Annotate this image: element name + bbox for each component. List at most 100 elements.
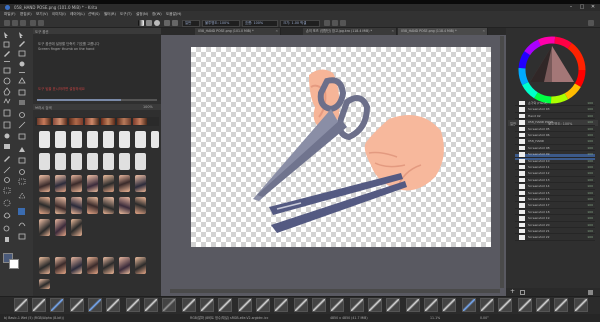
preset-swatch[interactable] bbox=[574, 298, 588, 312]
preset-swatch[interactable] bbox=[144, 298, 158, 312]
brush-preset[interactable] bbox=[135, 257, 146, 274]
brush-preset[interactable] bbox=[151, 131, 159, 148]
save-icon[interactable] bbox=[20, 20, 26, 26]
redo-icon[interactable] bbox=[38, 20, 44, 26]
preset-swatch[interactable] bbox=[424, 298, 438, 312]
brush-preset[interactable] bbox=[103, 153, 114, 170]
preset-swatch[interactable] bbox=[330, 298, 344, 312]
close-tab-icon[interactable]: ✕ bbox=[391, 28, 394, 35]
rotation-status[interactable]: 0.00° bbox=[480, 314, 489, 322]
menu-select[interactable]: 선택(S) bbox=[88, 11, 100, 18]
brush-preset[interactable] bbox=[39, 153, 50, 170]
preset-swatch[interactable] bbox=[312, 298, 326, 312]
brush-preset[interactable] bbox=[71, 153, 82, 170]
preset-swatch[interactable] bbox=[182, 298, 196, 312]
brush-preset[interactable] bbox=[87, 175, 98, 192]
brush-preset[interactable] bbox=[103, 197, 114, 214]
brush-preset-icon[interactable] bbox=[154, 20, 160, 26]
brush-preset[interactable] bbox=[39, 175, 50, 192]
pattern-icon[interactable] bbox=[146, 20, 152, 26]
background-color-swatch[interactable] bbox=[9, 259, 19, 269]
brush-preset[interactable] bbox=[71, 197, 82, 214]
gradient-icon[interactable] bbox=[138, 20, 144, 26]
brush-preset[interactable] bbox=[55, 257, 66, 274]
preset-swatch[interactable] bbox=[32, 298, 46, 312]
document-tab-active[interactable]: 058_HAND POSE.png (118.4 MiB) * ✕ bbox=[398, 28, 488, 35]
brush-preset[interactable] bbox=[119, 257, 130, 274]
menu-layer[interactable]: 레이어(L) bbox=[70, 11, 85, 18]
canvas-scrollbar-vertical[interactable] bbox=[500, 36, 504, 288]
brush-strip-item[interactable] bbox=[37, 118, 51, 125]
brush-preset[interactable] bbox=[71, 219, 82, 236]
mirror-vertical-icon[interactable] bbox=[332, 20, 338, 26]
menu-settings[interactable]: 설정(N) bbox=[136, 11, 148, 18]
duplicate-layer-icon[interactable] bbox=[520, 290, 525, 295]
brush-preset[interactable] bbox=[119, 175, 130, 192]
menu-view[interactable]: 보기(V) bbox=[36, 11, 48, 18]
flow-slider[interactable]: 흐름: 100% bbox=[242, 19, 278, 27]
preset-swatch[interactable] bbox=[238, 298, 252, 312]
preset-swatch[interactable] bbox=[162, 298, 176, 312]
new-document-icon[interactable] bbox=[4, 20, 10, 26]
zoom-value[interactable]: 100% bbox=[143, 105, 153, 109]
undo-icon[interactable] bbox=[30, 20, 36, 26]
canvas-scrollbar-horizontal[interactable] bbox=[170, 289, 500, 293]
preset-swatch[interactable] bbox=[218, 298, 232, 312]
brush-preset[interactable] bbox=[119, 153, 130, 170]
blend-mode-select[interactable]: 일반 bbox=[182, 19, 200, 27]
preset-swatch[interactable] bbox=[88, 298, 102, 312]
brush-strip-item[interactable] bbox=[69, 118, 83, 125]
preset-swatch[interactable] bbox=[274, 298, 288, 312]
menu-edit[interactable]: 편집(E) bbox=[20, 11, 32, 18]
close-icon[interactable]: ✕ bbox=[588, 4, 598, 11]
preset-swatch[interactable] bbox=[386, 298, 400, 312]
brush-preset[interactable] bbox=[55, 153, 66, 170]
maximize-icon[interactable]: □ bbox=[577, 4, 587, 11]
add-layer-icon[interactable]: + bbox=[510, 289, 516, 295]
wrap-around-icon[interactable] bbox=[340, 20, 346, 26]
preset-swatch[interactable] bbox=[14, 298, 28, 312]
preset-swatch[interactable] bbox=[480, 298, 494, 312]
preset-swatch[interactable] bbox=[554, 298, 568, 312]
preset-swatch[interactable] bbox=[442, 298, 456, 312]
brush-preset[interactable] bbox=[71, 257, 82, 274]
preset-swatch[interactable] bbox=[462, 298, 476, 312]
zoom-status[interactable]: 11.1% bbox=[430, 314, 440, 322]
brush-preset[interactable] bbox=[71, 131, 82, 148]
close-tab-icon[interactable]: ✕ bbox=[275, 28, 278, 35]
delete-layer-icon[interactable] bbox=[588, 290, 593, 295]
preset-swatch[interactable] bbox=[50, 298, 64, 312]
open-document-icon[interactable] bbox=[12, 20, 18, 26]
document-tab[interactable]: 손의 포즈 (영향선) 참고.jpg.kra (118.4 MiB) * ✕ bbox=[303, 28, 397, 35]
brush-preset[interactable] bbox=[135, 153, 146, 170]
preset-swatch[interactable] bbox=[368, 298, 382, 312]
preset-swatch[interactable] bbox=[70, 298, 84, 312]
brush-preset[interactable] bbox=[87, 197, 98, 214]
eraser-icon[interactable] bbox=[164, 20, 170, 26]
brush-preset[interactable] bbox=[103, 175, 114, 192]
menu-tools[interactable]: 도구(T) bbox=[120, 11, 132, 18]
preset-swatch[interactable] bbox=[106, 298, 120, 312]
brush-preset[interactable] bbox=[55, 219, 66, 236]
size-slider[interactable]: 크기: 1.00 픽셀 bbox=[280, 19, 320, 27]
brush-preset[interactable] bbox=[55, 131, 66, 148]
brush-strip-item[interactable] bbox=[117, 118, 131, 125]
brush-preset[interactable] bbox=[87, 257, 98, 274]
brush-preset[interactable] bbox=[119, 131, 130, 148]
preset-swatch[interactable] bbox=[518, 298, 532, 312]
brush-preset[interactable] bbox=[71, 175, 82, 192]
menu-help[interactable]: 도움말(H) bbox=[166, 11, 181, 18]
document-tab[interactable]: 058_HAND POSE.png (101.0 MiB) * ✕ bbox=[195, 28, 281, 35]
brush-preset[interactable] bbox=[39, 131, 50, 148]
brush-preset[interactable] bbox=[39, 279, 50, 289]
opacity-slider[interactable]: 불투명도: 100% bbox=[202, 19, 240, 27]
brush-preset[interactable] bbox=[103, 131, 114, 148]
brush-strip-item[interactable] bbox=[101, 118, 115, 125]
brush-preset[interactable] bbox=[39, 257, 50, 274]
layer-row[interactable]: Screenshot 22 100 bbox=[515, 234, 595, 241]
menu-window[interactable]: 창(W) bbox=[152, 11, 162, 18]
brush-strip-item[interactable] bbox=[85, 118, 99, 125]
close-tab-icon[interactable]: ✕ bbox=[482, 28, 485, 35]
minimize-icon[interactable]: – bbox=[566, 4, 576, 11]
preset-swatch[interactable] bbox=[498, 298, 512, 312]
